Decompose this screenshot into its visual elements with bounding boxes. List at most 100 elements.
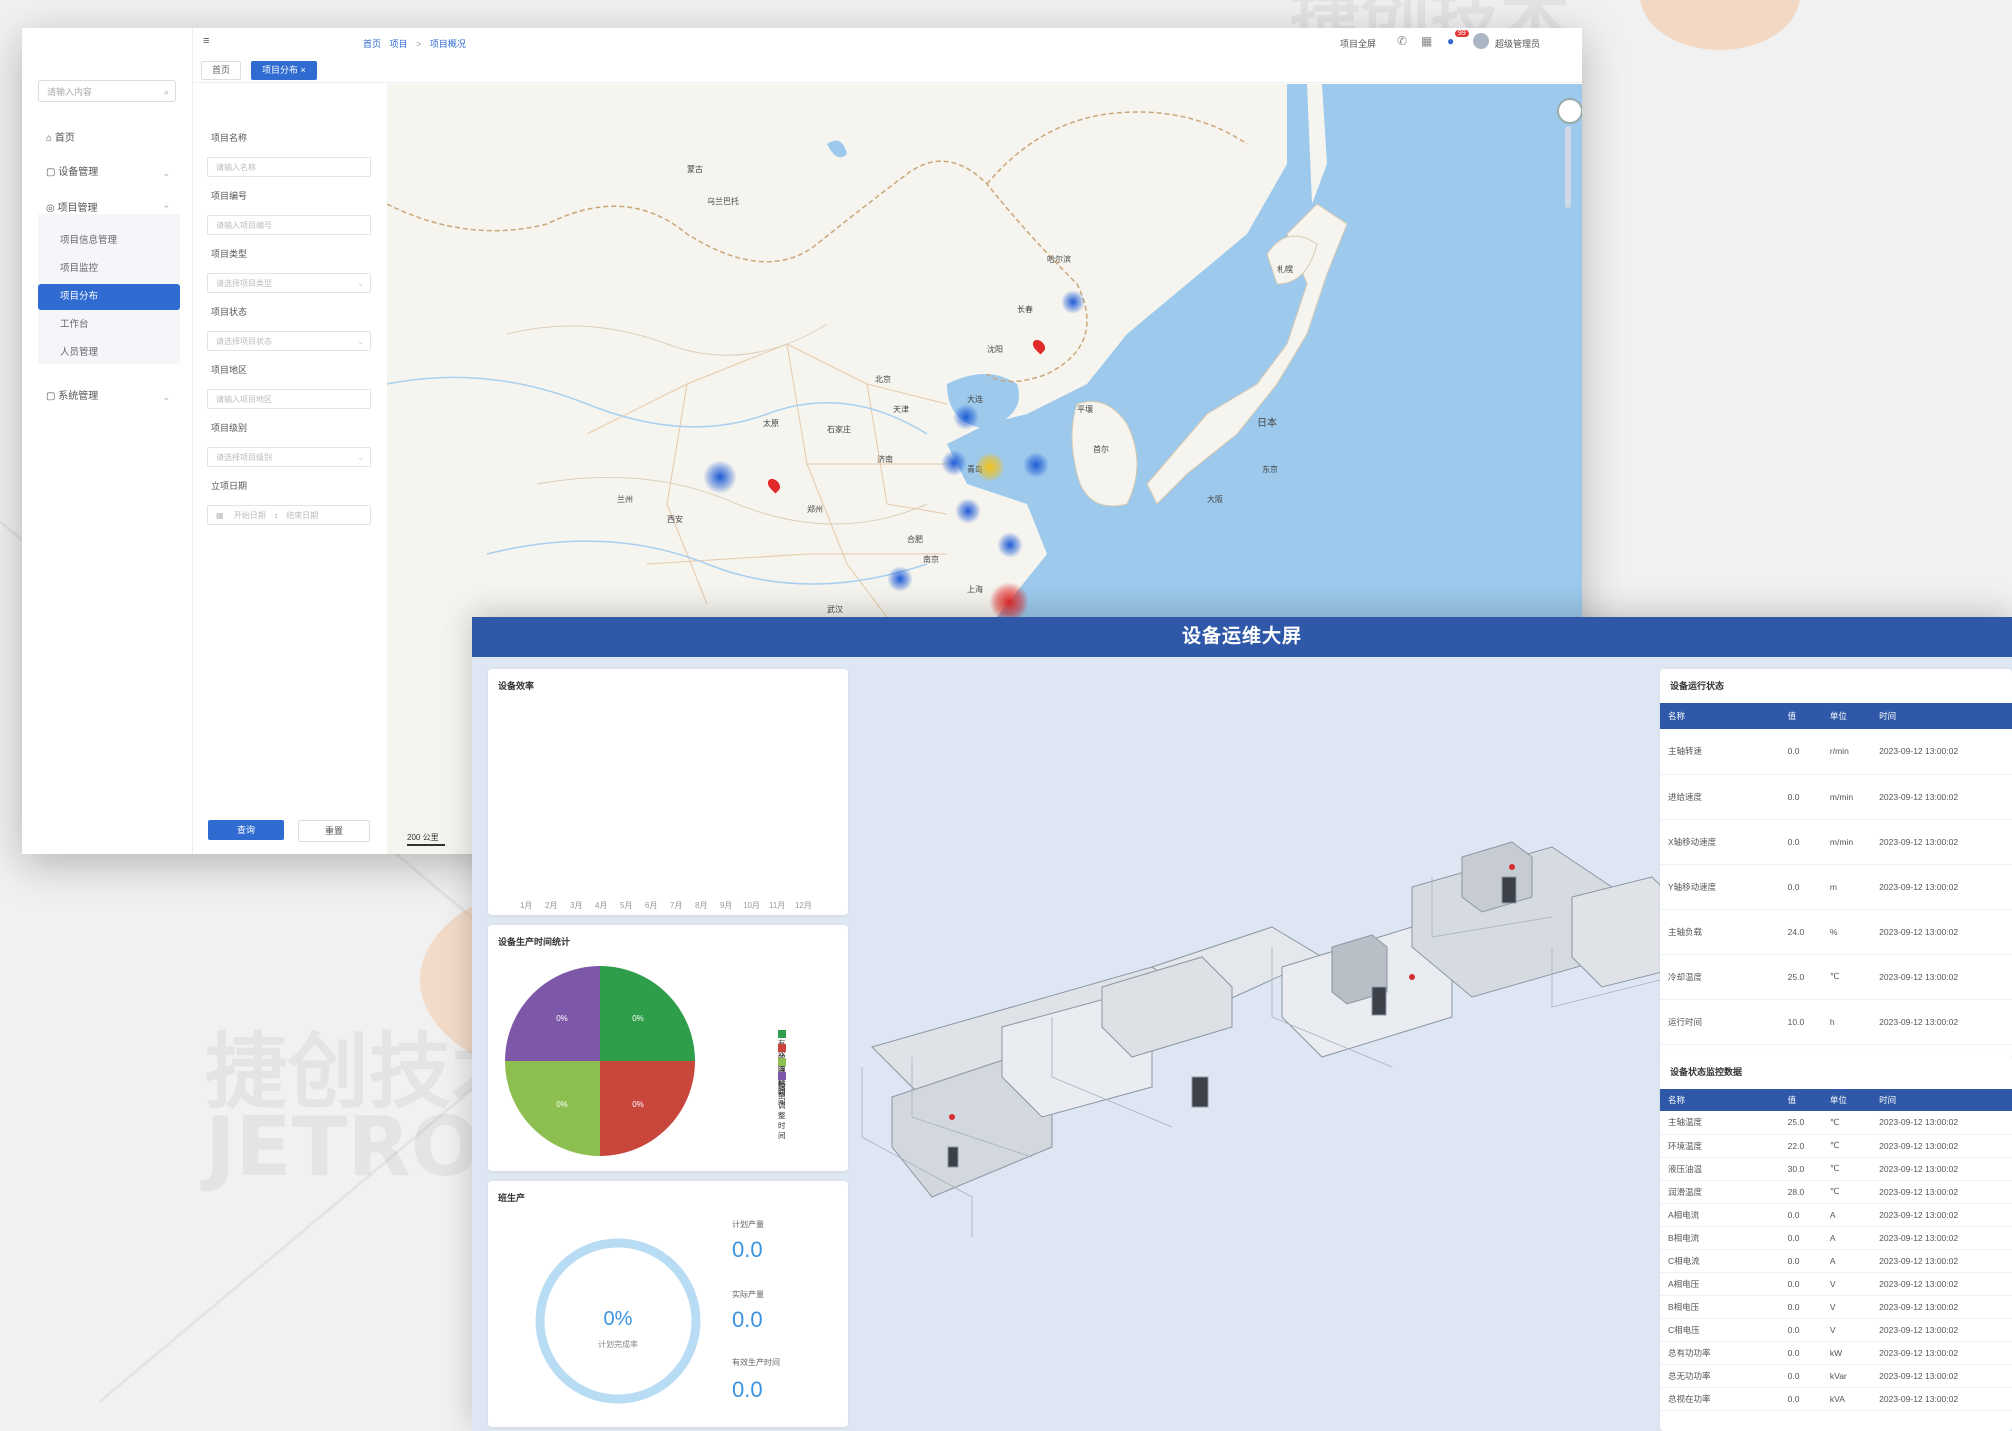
- table-cell: 冷却温度: [1660, 954, 1780, 1000]
- river: [486, 540, 928, 585]
- table-row[interactable]: 总有功功率 0.0 kW 2023-09-12 13:00:02: [1660, 1341, 2012, 1365]
- hamburger-icon[interactable]: ≡: [203, 35, 209, 47]
- sidebar-item-devices[interactable]: ▢ 设备管理 ⌄: [22, 158, 192, 188]
- control-cabinet: [1371, 986, 1387, 1016]
- production-line-3d-model[interactable]: [852, 817, 1672, 1287]
- input-placeholder: 请输入项目地区: [216, 395, 272, 404]
- breadcrumb-item[interactable]: 项目概况: [430, 39, 466, 49]
- table-row[interactable]: A相电流 0.0 A 2023-09-12 13:00:02: [1660, 1203, 2012, 1227]
- chevron-down-icon: ⌄: [162, 168, 170, 178]
- panel-title: 班生产: [498, 1193, 526, 1203]
- table-row[interactable]: 总无功功率 0.0 kVar 2023-09-12 13:00:02: [1660, 1364, 2012, 1388]
- map-marker-blue[interactable]: [1023, 452, 1049, 478]
- axis-label: 7月: [670, 901, 683, 910]
- table-row[interactable]: 主轴转速 0.0 r/min 2023-09-12 13:00:02: [1660, 729, 2012, 775]
- table-row[interactable]: C相电流 0.0 A 2023-09-12 13:00:02: [1660, 1249, 2012, 1273]
- table-cell: 0.0: [1779, 1295, 1822, 1319]
- tab-project-distribution[interactable]: 项目分布 ×: [251, 61, 317, 80]
- zoom-slider[interactable]: [1565, 126, 1571, 208]
- map-marker-blue[interactable]: [941, 450, 967, 476]
- country-border: [986, 111, 1248, 185]
- project-code-input[interactable]: 请输入项目编号: [207, 215, 371, 235]
- project-level-select[interactable]: 请选择项目级别 ⌄: [207, 447, 371, 467]
- submenu-item-workbench[interactable]: 工作台: [38, 312, 180, 338]
- table-row[interactable]: 进给速度 0.0 m/min 2023-09-12 13:00:02: [1660, 774, 2012, 820]
- map-zoom-control[interactable]: [1557, 98, 1582, 124]
- tab-home[interactable]: 首页: [201, 61, 242, 80]
- breadcrumb: 首页 项目 > 项目概况: [363, 37, 466, 50]
- table-row[interactable]: 环境温度 22.0 ℃ 2023-09-12 13:00:02: [1660, 1134, 2012, 1158]
- column-header: 时间: [1871, 703, 2012, 729]
- table-cell: 2023-09-12 13:00:02: [1871, 1111, 2012, 1135]
- submenu-item-project-info[interactable]: 项目信息管理: [38, 228, 180, 254]
- legend-item[interactable]: 故障时间: [778, 1043, 789, 1092]
- pie-chart: 0% 0% 0% 0%: [505, 966, 695, 1156]
- legend-item[interactable]: 有效生产时间: [778, 1029, 789, 1098]
- table-row[interactable]: B相电流 0.0 A 2023-09-12 13:00:02: [1660, 1226, 2012, 1250]
- table-row[interactable]: 主轴温度 25.0 ℃ 2023-09-12 13:00:02: [1660, 1111, 2012, 1135]
- breadcrumb-item[interactable]: 项目: [390, 39, 408, 49]
- date-range-picker[interactable]: ▦ 开始日期 ↕ 结束日期: [207, 505, 371, 525]
- bell-icon[interactable]: ●: [1447, 34, 1454, 48]
- table-row[interactable]: 冷却温度 25.0 ℃ 2023-09-12 13:00:02: [1660, 954, 2012, 1000]
- table-row[interactable]: 液压油温 30.0 ℃ 2023-09-12 13:00:02: [1660, 1157, 2012, 1181]
- legend-item[interactable]: 待机时间: [778, 1057, 789, 1106]
- project-status-select[interactable]: 请选择项目状态 ⌄: [207, 331, 371, 351]
- legend-item[interactable]: 换型调整时间: [778, 1071, 789, 1140]
- search-button[interactable]: 查询: [208, 820, 284, 840]
- table-header-row: 名称 值 单位 时间: [1660, 1089, 2012, 1111]
- table-row[interactable]: B相电压 0.0 V 2023-09-12 13:00:02: [1660, 1295, 2012, 1319]
- table-cell: 运行时间: [1660, 999, 1780, 1045]
- map-marker-blue[interactable]: [997, 532, 1023, 558]
- map-marker-blue[interactable]: [703, 460, 737, 494]
- table-cell: m/min: [1821, 819, 1872, 865]
- avatar[interactable]: [1473, 33, 1489, 49]
- close-icon[interactable]: ×: [301, 65, 306, 75]
- sidebar-item-system[interactable]: ▢ 系统管理 ⌄: [22, 382, 192, 412]
- table-row[interactable]: X轴移动速度 0.0 m/min 2023-09-12 13:00:02: [1660, 819, 2012, 865]
- table-cell: 2023-09-12 13:00:02: [1871, 729, 2012, 775]
- project-region-input[interactable]: 请输入项目地区: [207, 389, 371, 409]
- table-row[interactable]: A相电压 0.0 V 2023-09-12 13:00:02: [1660, 1272, 2012, 1296]
- project-icon: ◎: [46, 203, 55, 214]
- map-marker-red[interactable]: [989, 582, 1029, 622]
- phone-icon[interactable]: ✆: [1397, 34, 1407, 48]
- fullscreen-link[interactable]: 项目全屏: [1340, 37, 1376, 50]
- calendar-icon[interactable]: ▦: [1421, 34, 1432, 48]
- table-row[interactable]: C相电压 0.0 V 2023-09-12 13:00:02: [1660, 1318, 2012, 1342]
- submenu-item-staff[interactable]: 人员管理: [38, 340, 180, 366]
- table-row[interactable]: 总视在功率 0.0 kVA 2023-09-12 13:00:02: [1660, 1387, 2012, 1411]
- gauge-label: 计划完成率: [598, 1339, 638, 1349]
- table-cell: kVar: [1821, 1364, 1872, 1388]
- submenu-item-project-monitor[interactable]: 项目监控: [38, 256, 180, 282]
- map-label: 沈阳: [987, 345, 1003, 354]
- map-marker-blue[interactable]: [955, 498, 981, 524]
- project-type-select[interactable]: 请选择项目类型 ⌄: [207, 273, 371, 293]
- table-cell: 0.0: [1779, 1387, 1822, 1411]
- sidebar-item-label: 设备管理: [58, 167, 99, 178]
- sidebar-item-home[interactable]: ⌂ 首页: [22, 124, 192, 154]
- filter-label: 项目地区: [211, 365, 248, 375]
- user-name[interactable]: 超级管理员: [1495, 37, 1540, 50]
- table-row[interactable]: 润滑温度 28.0 ℃ 2023-09-12 13:00:02: [1660, 1180, 2012, 1204]
- table-row[interactable]: 运行时间 10.0 h 2023-09-12 13:00:02: [1660, 999, 2012, 1045]
- button-label: 查询: [236, 825, 255, 835]
- chevron-down-icon: ⌄: [357, 337, 364, 346]
- table-row[interactable]: 主轴负载 24.0% 2023-09-12 13:00:02: [1660, 909, 2012, 955]
- map-marker-blue[interactable]: [953, 404, 979, 430]
- map-marker-yellow[interactable]: [975, 452, 1005, 482]
- reset-button[interactable]: 重置: [298, 820, 370, 842]
- chart-plot-area: [508, 699, 828, 889]
- sidebar-search-input[interactable]: 请输入内容 ⌕: [38, 80, 176, 102]
- column-header: 单位: [1821, 703, 1872, 729]
- search-icon[interactable]: ⌕: [164, 81, 169, 103]
- map-marker-blue[interactable]: [887, 566, 913, 592]
- machine-cell: [1571, 876, 1672, 988]
- legend-swatch: [778, 1058, 786, 1067]
- map-marker-blue[interactable]: [1061, 290, 1085, 314]
- breadcrumb-item[interactable]: 首页: [363, 39, 381, 49]
- machine-cell: [1101, 956, 1233, 1058]
- submenu-item-project-distribution[interactable]: 项目分布: [38, 284, 180, 310]
- table-row[interactable]: Y轴移动速度 0.0 m 2023-09-12 13:00:02: [1660, 864, 2012, 910]
- project-name-input[interactable]: 请输入名称: [207, 157, 371, 177]
